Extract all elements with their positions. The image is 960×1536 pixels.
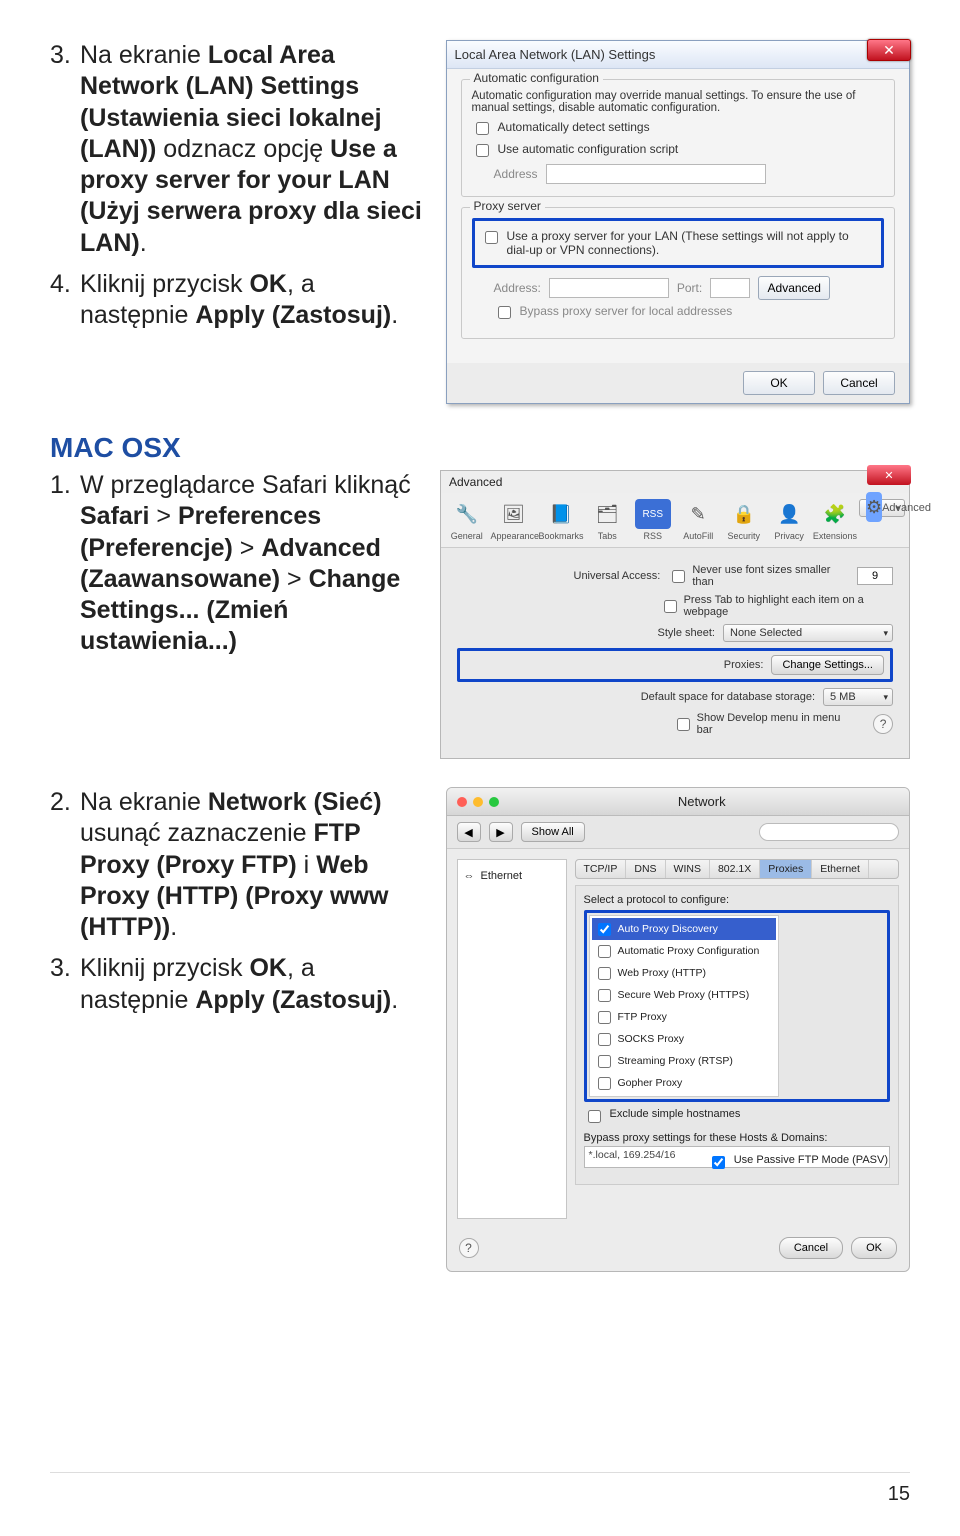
traffic-min-icon[interactable] — [473, 797, 483, 807]
auto-desc: Automatic configuration may override man… — [472, 90, 884, 114]
service-ethernet[interactable]: ⇔Ethernet — [462, 866, 562, 886]
pasv-checkbox[interactable]: Use Passive FTP Mode (PASV) — [708, 1154, 888, 1172]
db-label: Default space for database storage: — [605, 691, 815, 703]
ok-button[interactable]: OK — [743, 371, 815, 395]
tab-bookmarks[interactable]: 📘Bookmarks — [538, 499, 583, 541]
font-size-checkbox[interactable]: Never use font sizes smaller than — [668, 564, 849, 588]
search-input[interactable] — [759, 823, 899, 841]
font-size-input[interactable] — [857, 567, 893, 585]
toolbar: 🔧General 🖼Appearance 📘Bookmarks 🗂Tabs RS… — [441, 493, 909, 548]
proxy-highlight: Use a proxy server for your LAN (These s… — [472, 218, 884, 268]
page-number: 15 — [888, 1483, 910, 1505]
step-3: 3. Na ekranie Local Area Network (LAN) S… — [50, 40, 426, 259]
stylesheet-select[interactable]: None Selected — [723, 624, 893, 642]
tab-tabs[interactable]: 🗂Tabs — [586, 499, 629, 541]
network-tabs: TCP/IP DNS WINS 802.1X Proxies Ethernet — [575, 859, 899, 879]
proxy-address-input[interactable] — [549, 278, 669, 298]
network-prefs: Network ◀ ▶ Show All ⇔Ethernet TCP/IP DN… — [446, 787, 910, 1272]
proto-auto-config[interactable]: Automatic Proxy Configuration — [592, 940, 776, 962]
help-icon[interactable]: ? — [873, 714, 893, 734]
tab-ethernet[interactable]: Ethernet — [812, 860, 869, 878]
proto-web-http[interactable]: Web Proxy (HTTP) — [592, 962, 776, 984]
proto-ftp[interactable]: FTP Proxy — [592, 1006, 776, 1028]
proto-auto-discovery[interactable]: Auto Proxy Discovery — [592, 918, 776, 940]
show-all-button[interactable]: Show All — [521, 822, 585, 842]
step-4: 4. Kliknij przycisk OK, a następnie Appl… — [50, 269, 426, 332]
proto-socks[interactable]: SOCKS Proxy — [592, 1028, 776, 1050]
tab-8021x[interactable]: 802.1X — [710, 860, 760, 878]
proto-https[interactable]: Secure Web Proxy (HTTPS) — [592, 984, 776, 1006]
safari-advanced-prefs: Advanced ✕ 🔧General 🖼Appearance 📘Bookmar… — [440, 470, 910, 759]
bypass-checkbox[interactable]: Bypass proxy server for local addresses — [494, 304, 884, 322]
proto-gopher[interactable]: Gopher Proxy — [592, 1072, 776, 1094]
stylesheet-label: Style sheet: — [505, 627, 715, 639]
cancel-button[interactable]: Cancel — [779, 1237, 843, 1259]
mac-osx-heading: MAC OSX — [50, 432, 910, 464]
ua-label: Universal Access: — [457, 570, 660, 582]
close-icon[interactable]: ✕ — [867, 465, 911, 485]
auto-detect-checkbox[interactable]: Automatically detect settings — [472, 120, 884, 138]
mac-step-3: 3. Kliknij przycisk OK, a następnie Appl… — [50, 953, 426, 1016]
change-settings-button[interactable]: Change Settings... — [771, 655, 884, 675]
advanced-button[interactable]: Advanced — [758, 276, 830, 300]
tab-advanced[interactable]: ⚙Advanced — [859, 499, 905, 517]
tab-wins[interactable]: WINS — [666, 860, 710, 878]
db-select[interactable]: 5 MB — [823, 688, 893, 706]
develop-menu-checkbox[interactable]: Show Develop menu in menu bar — [673, 712, 858, 736]
tab-dns[interactable]: DNS — [626, 860, 665, 878]
tab-extensions[interactable]: 🧩Extensions — [813, 499, 857, 541]
window-title: Network — [505, 794, 899, 809]
help-icon[interactable]: ? — [459, 1238, 479, 1258]
tab-privacy[interactable]: 👤Privacy — [767, 499, 810, 541]
tab-tcpip[interactable]: TCP/IP — [576, 860, 627, 878]
select-protocol-label: Select a protocol to configure: — [584, 894, 890, 906]
mac-step-1: 1. W przeglądarce Safari kliknąć Safari … — [50, 470, 420, 658]
proxy-port-label: Port: — [677, 281, 702, 295]
prefs-title: Advanced — [441, 471, 909, 493]
script-address-input[interactable] — [546, 164, 766, 184]
proxy-address-label: Address: — [494, 281, 541, 295]
proxies-label: Proxies: — [553, 659, 763, 671]
tab-proxies[interactable]: Proxies — [760, 860, 812, 878]
tab-autofill[interactable]: ✎AutoFill — [676, 499, 719, 541]
lan-settings-dialog: Local Area Network (LAN) Settings ✕ Auto… — [446, 40, 910, 404]
cancel-button[interactable]: Cancel — [823, 371, 895, 395]
tab-general[interactable]: 🔧General — [445, 499, 488, 541]
exclude-hostnames-checkbox[interactable]: Exclude simple hostnames — [584, 1108, 890, 1126]
address-label: Address — [494, 167, 538, 181]
mac-step-2: 2. Na ekranie Network (Sieć) usunąć zazn… — [50, 787, 426, 943]
close-icon[interactable]: ✕ — [867, 39, 911, 61]
protocol-list[interactable]: Auto Proxy Discovery Automatic Proxy Con… — [589, 915, 779, 1097]
group-label: Automatic configuration — [470, 71, 603, 85]
use-proxy-checkbox[interactable]: Use a proxy server for your LAN (These s… — [481, 229, 875, 257]
traffic-zoom-icon[interactable] — [489, 797, 499, 807]
group-label: Proxy server — [470, 199, 545, 213]
traffic-close-icon[interactable] — [457, 797, 467, 807]
tab-appearance[interactable]: 🖼Appearance — [490, 499, 536, 541]
service-list[interactable]: ⇔Ethernet — [457, 859, 567, 1219]
use-script-checkbox[interactable]: Use automatic configuration script — [472, 142, 884, 160]
press-tab-checkbox[interactable]: Press Tab to highlight each item on a we… — [660, 594, 893, 618]
bypass-label: Bypass proxy settings for these Hosts & … — [584, 1132, 890, 1144]
tab-rss[interactable]: RSSRSS — [631, 499, 674, 541]
tab-security[interactable]: 🔒Security — [722, 499, 765, 541]
proto-rtsp[interactable]: Streaming Proxy (RTSP) — [592, 1050, 776, 1072]
proxy-port-input[interactable] — [710, 278, 750, 298]
ok-button[interactable]: OK — [851, 1237, 897, 1259]
dialog-title: Local Area Network (LAN) Settings — [455, 47, 656, 62]
